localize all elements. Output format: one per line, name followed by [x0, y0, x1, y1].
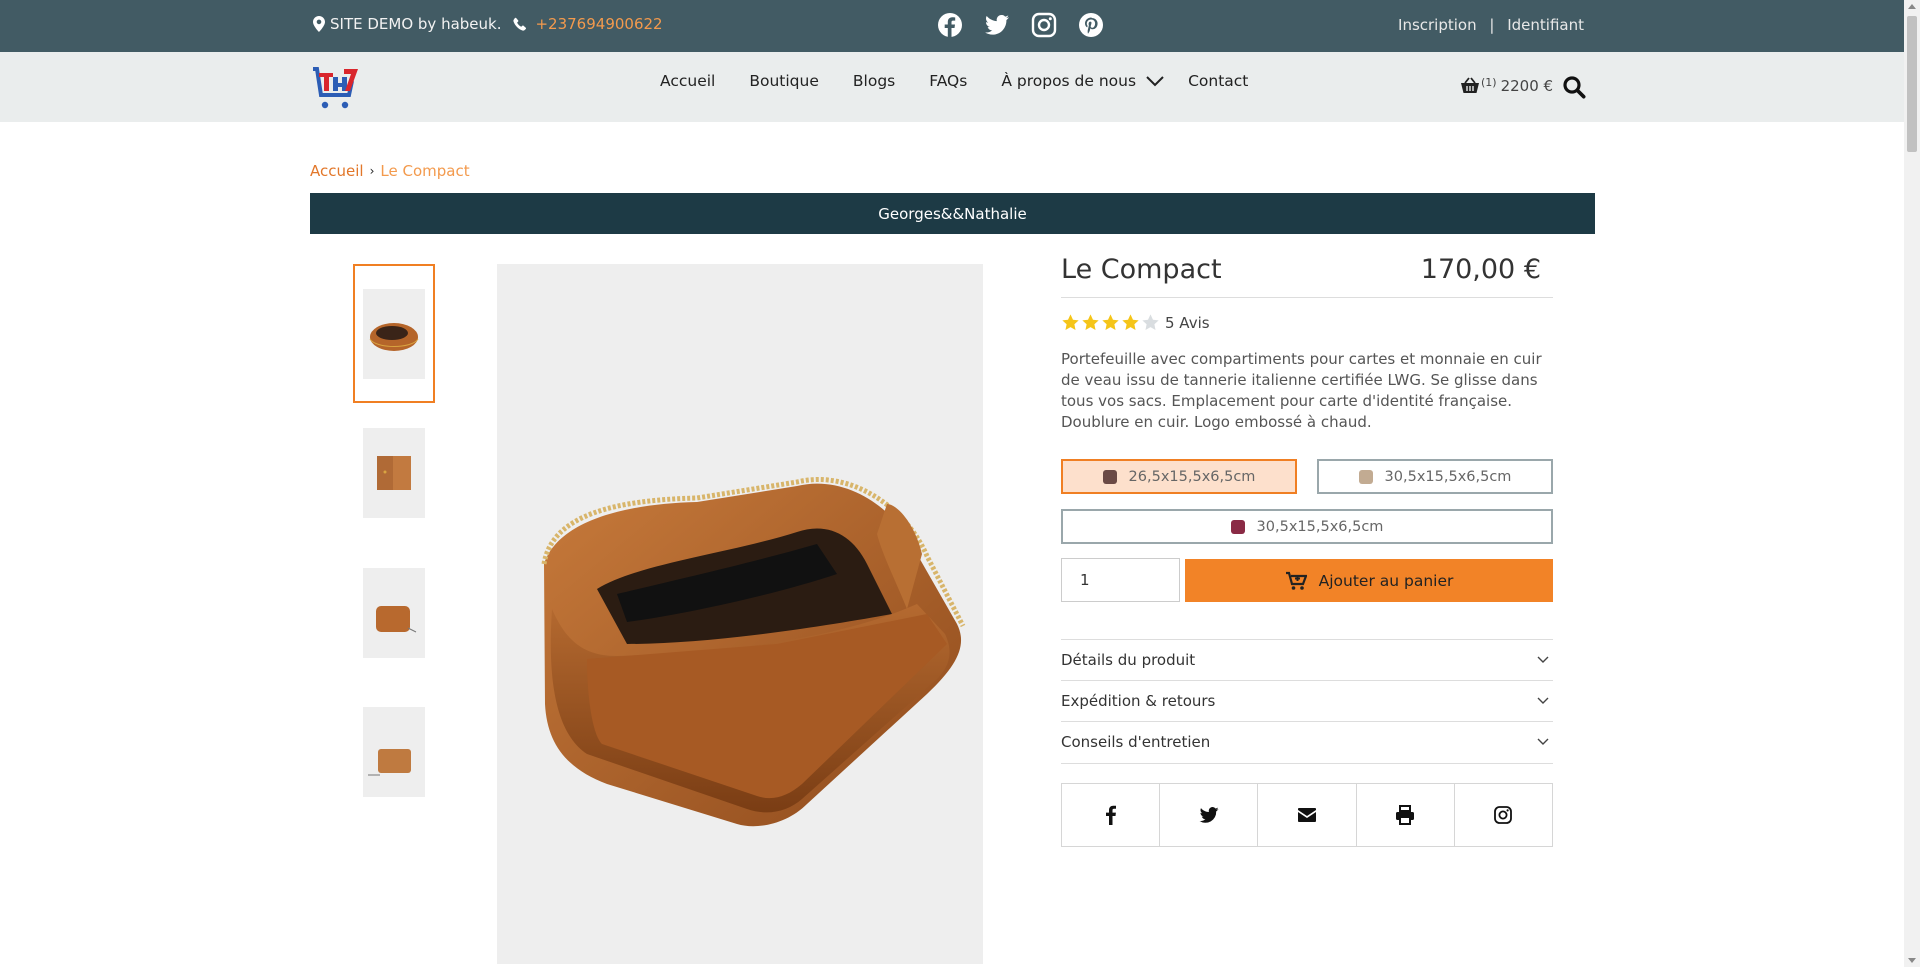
- facebook-icon: [1105, 805, 1116, 825]
- accordion-label: Détails du produit: [1061, 651, 1196, 669]
- share-instagram-button[interactable]: [1455, 784, 1552, 846]
- product-thumbnail-image: [363, 567, 425, 658]
- phone-link[interactable]: +237694900622: [535, 15, 662, 33]
- page: SITE DEMO by habeuk. +237694900622 Inscr…: [0, 0, 1920, 967]
- rating-stars: [1061, 313, 1161, 332]
- accordion-care-tips[interactable]: Conseils d'entretien: [1061, 721, 1553, 762]
- variant-swatch: [1358, 469, 1373, 484]
- product-thumbnail-image: [363, 427, 425, 518]
- site-label: SITE DEMO by habeuk.: [330, 15, 502, 33]
- top-bar: SITE DEMO by habeuk. +237694900622 Inscr…: [0, 0, 1904, 52]
- cart-plus-icon: [1285, 571, 1307, 590]
- review-count[interactable]: 5 Avis: [1165, 314, 1210, 332]
- product-thumbnail-3[interactable]: [353, 543, 435, 682]
- add-to-cart-button[interactable]: Ajouter au panier: [1185, 559, 1553, 602]
- main-header: Accueil Boutique Blogs FAQs À propos de …: [0, 52, 1904, 122]
- chevron-down-icon: [1537, 697, 1549, 704]
- quantity-input[interactable]: 1: [1061, 558, 1180, 602]
- accordion-label: Conseils d'entretien: [1061, 733, 1211, 751]
- scroll-down-icon[interactable]: [1908, 958, 1916, 963]
- breadcrumb-current: Le Compact: [380, 162, 470, 180]
- cart-summary[interactable]: (1) 2200 €: [1460, 75, 1554, 95]
- product-rating[interactable]: 5 Avis: [1061, 313, 1210, 332]
- account-links: Inscription | Identifiant: [1398, 16, 1584, 34]
- twitter-icon: [1199, 807, 1219, 823]
- basket-icon: [1461, 77, 1479, 93]
- product-thumbnail-1[interactable]: [353, 264, 435, 403]
- nav-item-boutique[interactable]: Boutique: [749, 72, 819, 90]
- phone-icon: [513, 17, 527, 31]
- breadcrumb-home[interactable]: Accueil: [310, 162, 364, 180]
- brand-name: Georges&&Nathalie: [878, 204, 1027, 223]
- add-to-cart-label: Ajouter au panier: [1318, 571, 1454, 590]
- nav-item-faqs[interactable]: FAQs: [929, 72, 967, 90]
- separator: |: [1489, 16, 1495, 34]
- product-thumbnail-4[interactable]: [353, 682, 435, 821]
- product-price: 170,00 €: [1420, 254, 1541, 285]
- cart-total: 2200 €: [1500, 77, 1554, 95]
- social-links: [937, 12, 1104, 38]
- site-logo[interactable]: [311, 65, 359, 111]
- nav-item-blogs[interactable]: Blogs: [853, 72, 895, 90]
- share-bar: [1061, 783, 1553, 847]
- product-main-image[interactable]: [497, 264, 983, 964]
- variant-label: 26,5x15,5x6,5cm: [1128, 468, 1256, 485]
- variant-label: 30,5x15,5x6,5cm: [1256, 518, 1384, 535]
- instagram-icon: [1494, 806, 1513, 824]
- star-filled-icon: [1102, 314, 1119, 331]
- breadcrumb-separator-icon: ›: [369, 164, 375, 178]
- scroll-up-icon[interactable]: [1908, 4, 1916, 9]
- search-icon[interactable]: [1562, 75, 1586, 99]
- nav-item-contact[interactable]: Contact: [1188, 72, 1248, 90]
- login-link[interactable]: Identifiant: [1507, 16, 1584, 34]
- chevron-down-icon: [1146, 76, 1164, 87]
- variant-swatch: [1102, 469, 1117, 484]
- share-email-button[interactable]: [1258, 784, 1357, 846]
- pinterest-icon[interactable]: [1078, 12, 1104, 38]
- location-pin-icon: [313, 16, 325, 32]
- signup-link[interactable]: Inscription: [1398, 16, 1477, 34]
- star-empty-icon: [1142, 314, 1159, 331]
- scrollbar-thumb[interactable]: [1907, 16, 1917, 152]
- share-facebook-button[interactable]: [1062, 784, 1161, 846]
- facebook-icon[interactable]: [937, 12, 963, 38]
- product-thumbnail-image: [363, 706, 425, 797]
- vertical-scrollbar[interactable]: [1904, 0, 1920, 967]
- star-filled-icon: [1122, 314, 1139, 331]
- top-bar-contact: SITE DEMO by habeuk. +237694900622: [312, 15, 663, 33]
- cart-count: (1): [1481, 75, 1497, 89]
- variant-label: 30,5x15,5x6,5cm: [1384, 468, 1512, 485]
- variant-option-3[interactable]: 30,5x15,5x6,5cm: [1061, 509, 1553, 544]
- chevron-down-icon: [1537, 738, 1549, 745]
- nav-item-accueil[interactable]: Accueil: [660, 72, 715, 90]
- divider: [1061, 297, 1553, 298]
- breadcrumb: Accueil › Le Compact: [310, 162, 470, 180]
- product-thumbnail-2[interactable]: [353, 403, 435, 542]
- accordion-shipping-returns[interactable]: Expédition & retours: [1061, 680, 1553, 721]
- share-print-button[interactable]: [1357, 784, 1455, 846]
- product-thumbnail-image: [363, 288, 425, 379]
- accordion-product-details[interactable]: Détails du produit: [1061, 639, 1553, 680]
- product-info: Le Compact 170,00 €: [1061, 254, 1553, 285]
- variant-swatch: [1230, 519, 1245, 534]
- variant-option-1[interactable]: 26,5x15,5x6,5cm: [1061, 459, 1297, 494]
- envelope-icon: [1298, 808, 1316, 822]
- variant-option-2[interactable]: 30,5x15,5x6,5cm: [1317, 459, 1553, 494]
- accordion-label: Expédition & retours: [1061, 692, 1216, 710]
- main-nav: Accueil Boutique Blogs FAQs À propos de …: [660, 72, 1282, 90]
- nav-item-about[interactable]: À propos de nous: [1001, 72, 1164, 90]
- product-description: Portefeuille avec compartiments pour car…: [1061, 350, 1542, 431]
- print-icon: [1396, 805, 1415, 825]
- instagram-icon[interactable]: [1031, 12, 1057, 38]
- star-filled-icon: [1082, 314, 1099, 331]
- twitter-icon[interactable]: [984, 12, 1010, 38]
- chevron-down-icon: [1537, 656, 1549, 663]
- star-filled-icon: [1062, 314, 1079, 331]
- nav-item-about-label: À propos de nous: [1001, 72, 1137, 90]
- divider: [1061, 763, 1553, 764]
- brand-banner: Georges&&Nathalie: [310, 193, 1595, 234]
- share-twitter-button[interactable]: [1160, 784, 1259, 846]
